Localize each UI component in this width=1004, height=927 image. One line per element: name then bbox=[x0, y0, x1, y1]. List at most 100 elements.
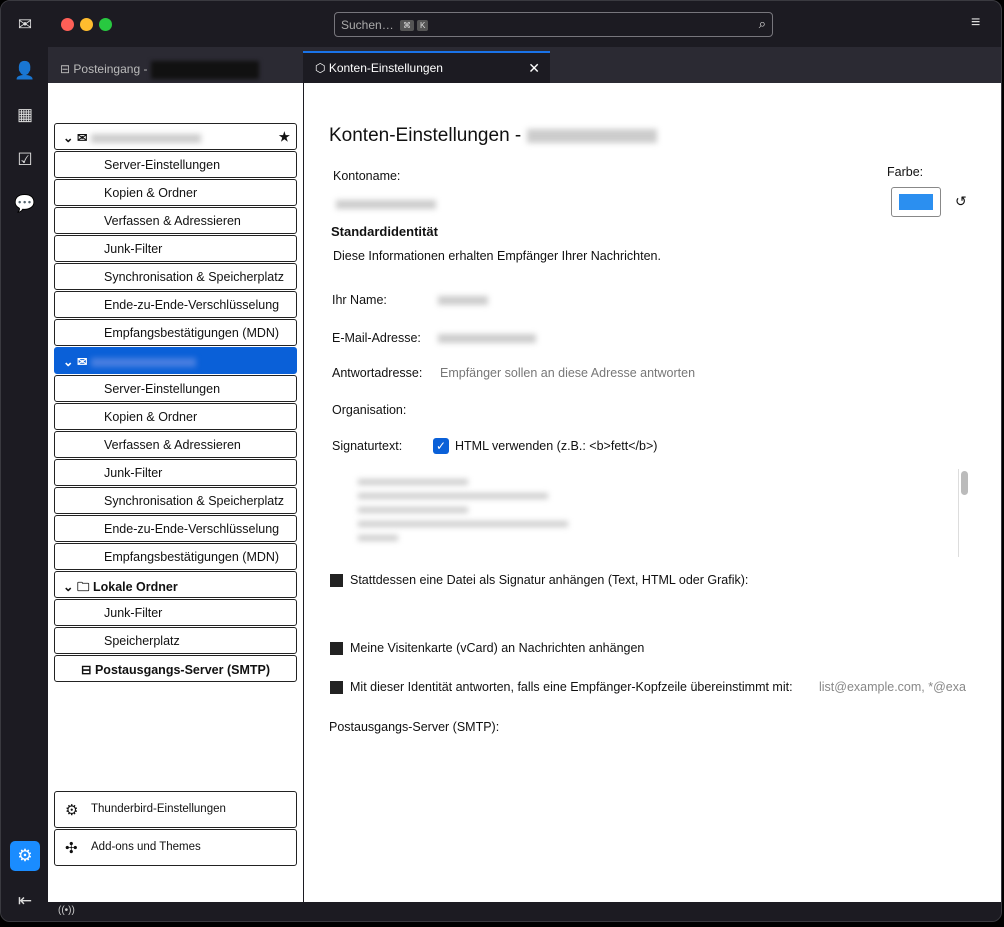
outbox-icon: ⊟ bbox=[81, 663, 92, 677]
account-setting-item[interactable]: Server-Einstellungen bbox=[54, 151, 297, 178]
status-bar: ((•)) bbox=[48, 902, 1001, 921]
account-setting-item[interactable]: Synchronisation & Speicherplatz bbox=[54, 487, 297, 514]
default-account-star-icon: ★ bbox=[278, 130, 290, 144]
reset-color-icon[interactable]: ↺ bbox=[955, 193, 967, 210]
file-signature-checkbox[interactable] bbox=[330, 574, 343, 587]
collapse-toolbar-icon[interactable]: ⇤ bbox=[13, 889, 37, 913]
tasks-icon[interactable]: ☑ bbox=[13, 148, 37, 172]
chevron-down-icon[interactable]: ⌄ bbox=[63, 580, 73, 594]
organization-input[interactable] bbox=[440, 403, 960, 419]
redacted-account-name bbox=[90, 358, 196, 368]
account-name-label: Kontoname: bbox=[333, 169, 401, 183]
settings-gear-icon[interactable]: ⚙ bbox=[10, 841, 40, 871]
thunderbird-settings-button[interactable]: ⚙ Thunderbird-Einstellungen bbox=[54, 791, 297, 828]
account-setting-item[interactable]: Verfassen & Adressieren bbox=[54, 431, 297, 458]
account-setting-item[interactable]: Kopien & Ordner bbox=[54, 403, 297, 430]
inbox-icon: ⊟ bbox=[60, 62, 71, 77]
shortcut-key: ⌘ bbox=[400, 20, 415, 31]
account-header[interactable]: ⌄ ✉ bbox=[54, 347, 297, 374]
button-label: Thunderbird-Einstellungen bbox=[91, 803, 226, 815]
online-status-icon[interactable]: ((•)) bbox=[58, 905, 75, 916]
account-name-input[interactable] bbox=[336, 197, 436, 211]
close-window-button[interactable] bbox=[61, 18, 74, 31]
signature-textarea[interactable] bbox=[344, 469, 970, 561]
smtp-server-item[interactable]: ⊟ Postausgangs-Server (SMTP) bbox=[54, 655, 297, 682]
gear-icon: ⚙ bbox=[65, 802, 79, 819]
tree-item-label: Junk-Filter bbox=[104, 606, 163, 620]
reply-to-label: Antwortadresse: bbox=[332, 366, 423, 380]
account-setting-item[interactable]: Ende-zu-Ende-Verschlüsselung bbox=[54, 515, 297, 542]
tree-item-label: Ende-zu-Ende-Verschlüsselung bbox=[104, 522, 280, 536]
tree-item-label: Speicherplatz bbox=[104, 634, 180, 648]
account-setting-item[interactable]: Junk-Filter bbox=[54, 459, 297, 486]
tab-label: Konten-Einstellungen bbox=[328, 61, 443, 75]
close-tab-icon[interactable]: ✕ bbox=[528, 60, 540, 77]
chevron-down-icon[interactable]: ⌄ bbox=[63, 355, 73, 369]
local-folders-header[interactable]: ⌄ 🗀 Lokale Ordner bbox=[54, 571, 297, 598]
search-input[interactable]: Suchen… ⌘ K ⌕ bbox=[334, 12, 773, 37]
account-tree: ⌄ ✉ ★ Server-Einstellungen Kopien & Ordner… bbox=[48, 83, 303, 902]
address-book-icon[interactable]: 👤 bbox=[13, 59, 37, 83]
tree-item-label: Kopien & Ordner bbox=[104, 186, 198, 200]
reply-to-input[interactable]: Empfänger sollen an diese Adresse antwor… bbox=[440, 366, 960, 380]
mail-account-icon: ✉ bbox=[76, 355, 88, 369]
account-header[interactable]: ⌄ ✉ ★ bbox=[54, 123, 297, 150]
account-settings-icon: ⬡ bbox=[315, 61, 326, 75]
account-setting-item[interactable]: Verfassen & Adressieren bbox=[54, 207, 297, 234]
menu-icon[interactable]: ≡ bbox=[971, 14, 980, 32]
html-checkbox-label: HTML verwenden (z.B.: <b>fett</b>) bbox=[455, 439, 658, 453]
mail-account-icon: ✉ bbox=[76, 131, 88, 145]
shortcut-key: K bbox=[417, 20, 429, 31]
spaces-toolbar: ✉ 👤 ▦ ☑ 💬 ⚙ ⇤ bbox=[1, 1, 48, 921]
account-setting-item[interactable]: Empfangsbestätigungen (MDN) bbox=[54, 543, 297, 570]
local-folders-item[interactable]: Junk-Filter bbox=[54, 599, 297, 626]
name-label: Ihr Name: bbox=[332, 293, 387, 307]
local-folders-item[interactable]: Speicherplatz bbox=[54, 627, 297, 654]
tree-item-label: Empfangsbestätigungen (MDN) bbox=[104, 550, 280, 564]
account-setting-item[interactable]: Empfangsbestätigungen (MDN) bbox=[54, 319, 297, 346]
chevron-down-icon[interactable]: ⌄ bbox=[63, 131, 73, 145]
tree-item-label: Junk-Filter bbox=[104, 242, 163, 256]
search-icon: ⌕ bbox=[758, 16, 766, 31]
reply-match-input[interactable]: list@example.com, *@exa bbox=[819, 680, 967, 694]
reply-match-checkbox[interactable] bbox=[330, 681, 343, 694]
account-setting-item[interactable]: Kopien & Ordner bbox=[54, 179, 297, 206]
scrollbar[interactable] bbox=[958, 469, 970, 557]
page-title: Konten-Einstellungen - bbox=[329, 125, 657, 147]
vcard-checkbox[interactable] bbox=[330, 642, 343, 655]
identity-heading: Standardidentität bbox=[331, 224, 438, 239]
tree-item-label: Lokale Ordner bbox=[92, 580, 178, 594]
mail-icon[interactable]: ✉ bbox=[13, 13, 37, 37]
tree-item-label: Verfassen & Adressieren bbox=[104, 438, 241, 452]
account-setting-item[interactable]: Ende-zu-Ende-Verschlüsselung bbox=[54, 291, 297, 318]
account-setting-item[interactable]: Synchronisation & Speicherplatz bbox=[54, 263, 297, 290]
smtp-label: Postausgangs-Server (SMTP): bbox=[329, 720, 500, 734]
vcard-label: Meine Visitenkarte (vCard) an Nachrichte… bbox=[350, 641, 645, 655]
tree-item-label: Server-Einstellungen bbox=[104, 158, 221, 172]
tab-account-settings[interactable]: ⬡ Konten-Einstellungen ✕ bbox=[303, 51, 550, 83]
color-label: Farbe: bbox=[887, 165, 924, 179]
tree-item-label: Postausgangs-Server (SMTP) bbox=[94, 663, 271, 677]
file-signature-label: Stattdessen eine Datei als Signatur anhä… bbox=[350, 573, 749, 587]
tab-label: Posteingang - bbox=[73, 62, 148, 77]
tab-inbox[interactable]: ⊟ Posteingang - bbox=[48, 51, 298, 83]
color-swatch bbox=[899, 194, 933, 210]
tree-item-label: Empfangsbestätigungen (MDN) bbox=[104, 326, 280, 340]
tab-bar: ⊟ Posteingang - ⬡ Konten-Einstellungen ✕ bbox=[48, 47, 1001, 83]
account-setting-item[interactable]: Junk-Filter bbox=[54, 235, 297, 262]
chat-icon[interactable]: 💬 bbox=[13, 192, 37, 216]
maximize-window-button[interactable] bbox=[99, 18, 112, 31]
tree-item-label: Verfassen & Adressieren bbox=[104, 214, 241, 228]
minimize-window-button[interactable] bbox=[80, 18, 93, 31]
email-input[interactable] bbox=[438, 331, 536, 345]
color-picker[interactable] bbox=[891, 187, 941, 217]
addons-themes-button[interactable]: ✣ Add-ons und Themes bbox=[54, 829, 297, 866]
calendar-icon[interactable]: ▦ bbox=[13, 103, 37, 127]
name-input[interactable] bbox=[438, 293, 488, 307]
redacted-account bbox=[150, 61, 259, 79]
tree-item-label: Ende-zu-Ende-Verschlüsselung bbox=[104, 298, 280, 312]
account-setting-item[interactable]: Server-Einstellungen bbox=[54, 375, 297, 402]
html-checkbox[interactable]: ✓ bbox=[433, 438, 449, 454]
identity-description: Diese Informationen erhalten Empfänger I… bbox=[333, 249, 661, 263]
tree-item-label: Synchronisation & Speicherplatz bbox=[104, 270, 284, 284]
